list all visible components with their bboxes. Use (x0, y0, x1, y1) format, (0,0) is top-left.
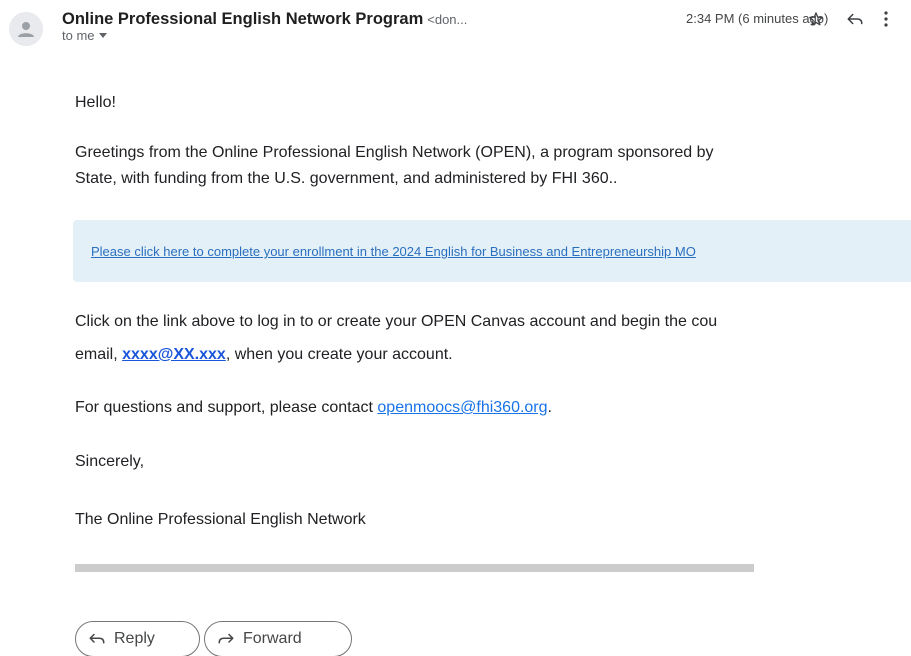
star-icon (809, 12, 823, 26)
sender-name[interactable]: Online Professional English Network Prog… (62, 10, 423, 28)
sender-email[interactable]: <don... (427, 12, 467, 27)
instruction-prefix: email, (75, 346, 123, 363)
instruction-text-line-1: Click on the link above to log in to or … (75, 313, 718, 330)
reply-button[interactable]: Reply (75, 621, 200, 656)
greeting-text: Hello! (75, 94, 116, 111)
instruction-suffix: , when you create your account. (225, 346, 453, 363)
signature-text: The Online Professional English Network (75, 511, 366, 528)
reply-icon-button[interactable] (844, 8, 866, 30)
enrollment-link[interactable]: Please click here to complete your enrol… (91, 239, 696, 265)
reply-icon (89, 633, 105, 644)
caret-down-icon (98, 33, 107, 38)
forward-button-label: Forward (243, 630, 302, 647)
closing-text: Sincerely, (75, 453, 145, 470)
forward-icon (218, 633, 234, 644)
instruction-text-line-2: email, xxxx@XX.xxx, when you create your… (75, 342, 453, 368)
intro-text-line-2: State, with funding from the U.S. govern… (75, 170, 618, 187)
enrollment-link-box: Please click here to complete your enrol… (73, 220, 911, 282)
sender-avatar[interactable] (9, 12, 43, 46)
person-icon (9, 12, 43, 46)
footer-divider-bar (75, 564, 754, 572)
recipient-label: to me (62, 28, 95, 43)
recipient-details-toggle[interactable]: to me (62, 28, 107, 43)
forward-button[interactable]: Forward (204, 621, 352, 656)
intro-text-line-1: Greetings from the Online Professional E… (75, 144, 714, 161)
email-header: Online Professional English Network Prog… (62, 8, 911, 30)
support-text: For questions and support, please contac… (75, 395, 552, 421)
more-options-button[interactable] (882, 8, 890, 30)
support-email-link[interactable]: openmoocs@fhi360.org (377, 399, 547, 416)
star-button[interactable] (805, 8, 827, 30)
more-vertical-icon (884, 11, 888, 27)
support-prefix: For questions and support, please contac… (75, 399, 378, 416)
account-email-link[interactable]: xxxx@XX.xxx (122, 346, 226, 363)
reply-button-label: Reply (114, 630, 155, 647)
reply-icon (847, 13, 863, 25)
support-suffix: . (547, 399, 552, 416)
email-view: Online Professional English Network Prog… (0, 0, 911, 656)
